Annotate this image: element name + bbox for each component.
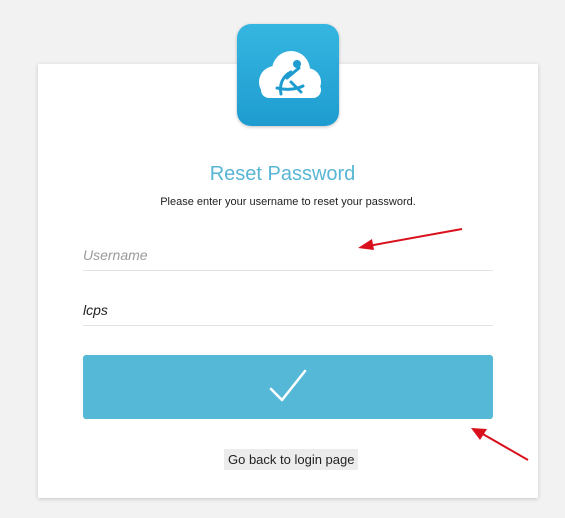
submit-button[interactable] bbox=[83, 355, 493, 419]
reset-password-card bbox=[38, 64, 538, 498]
back-to-login-link[interactable]: Go back to login page bbox=[224, 449, 359, 470]
username-input[interactable] bbox=[83, 240, 493, 271]
password-input[interactable] bbox=[83, 295, 493, 326]
checkmark-icon bbox=[269, 369, 307, 402]
reset-instruction: Please enter your username to reset your… bbox=[160, 196, 416, 208]
cloud-person-icon bbox=[259, 51, 321, 98]
page-title: Reset Password bbox=[209, 163, 356, 185]
app-logo bbox=[237, 24, 339, 126]
